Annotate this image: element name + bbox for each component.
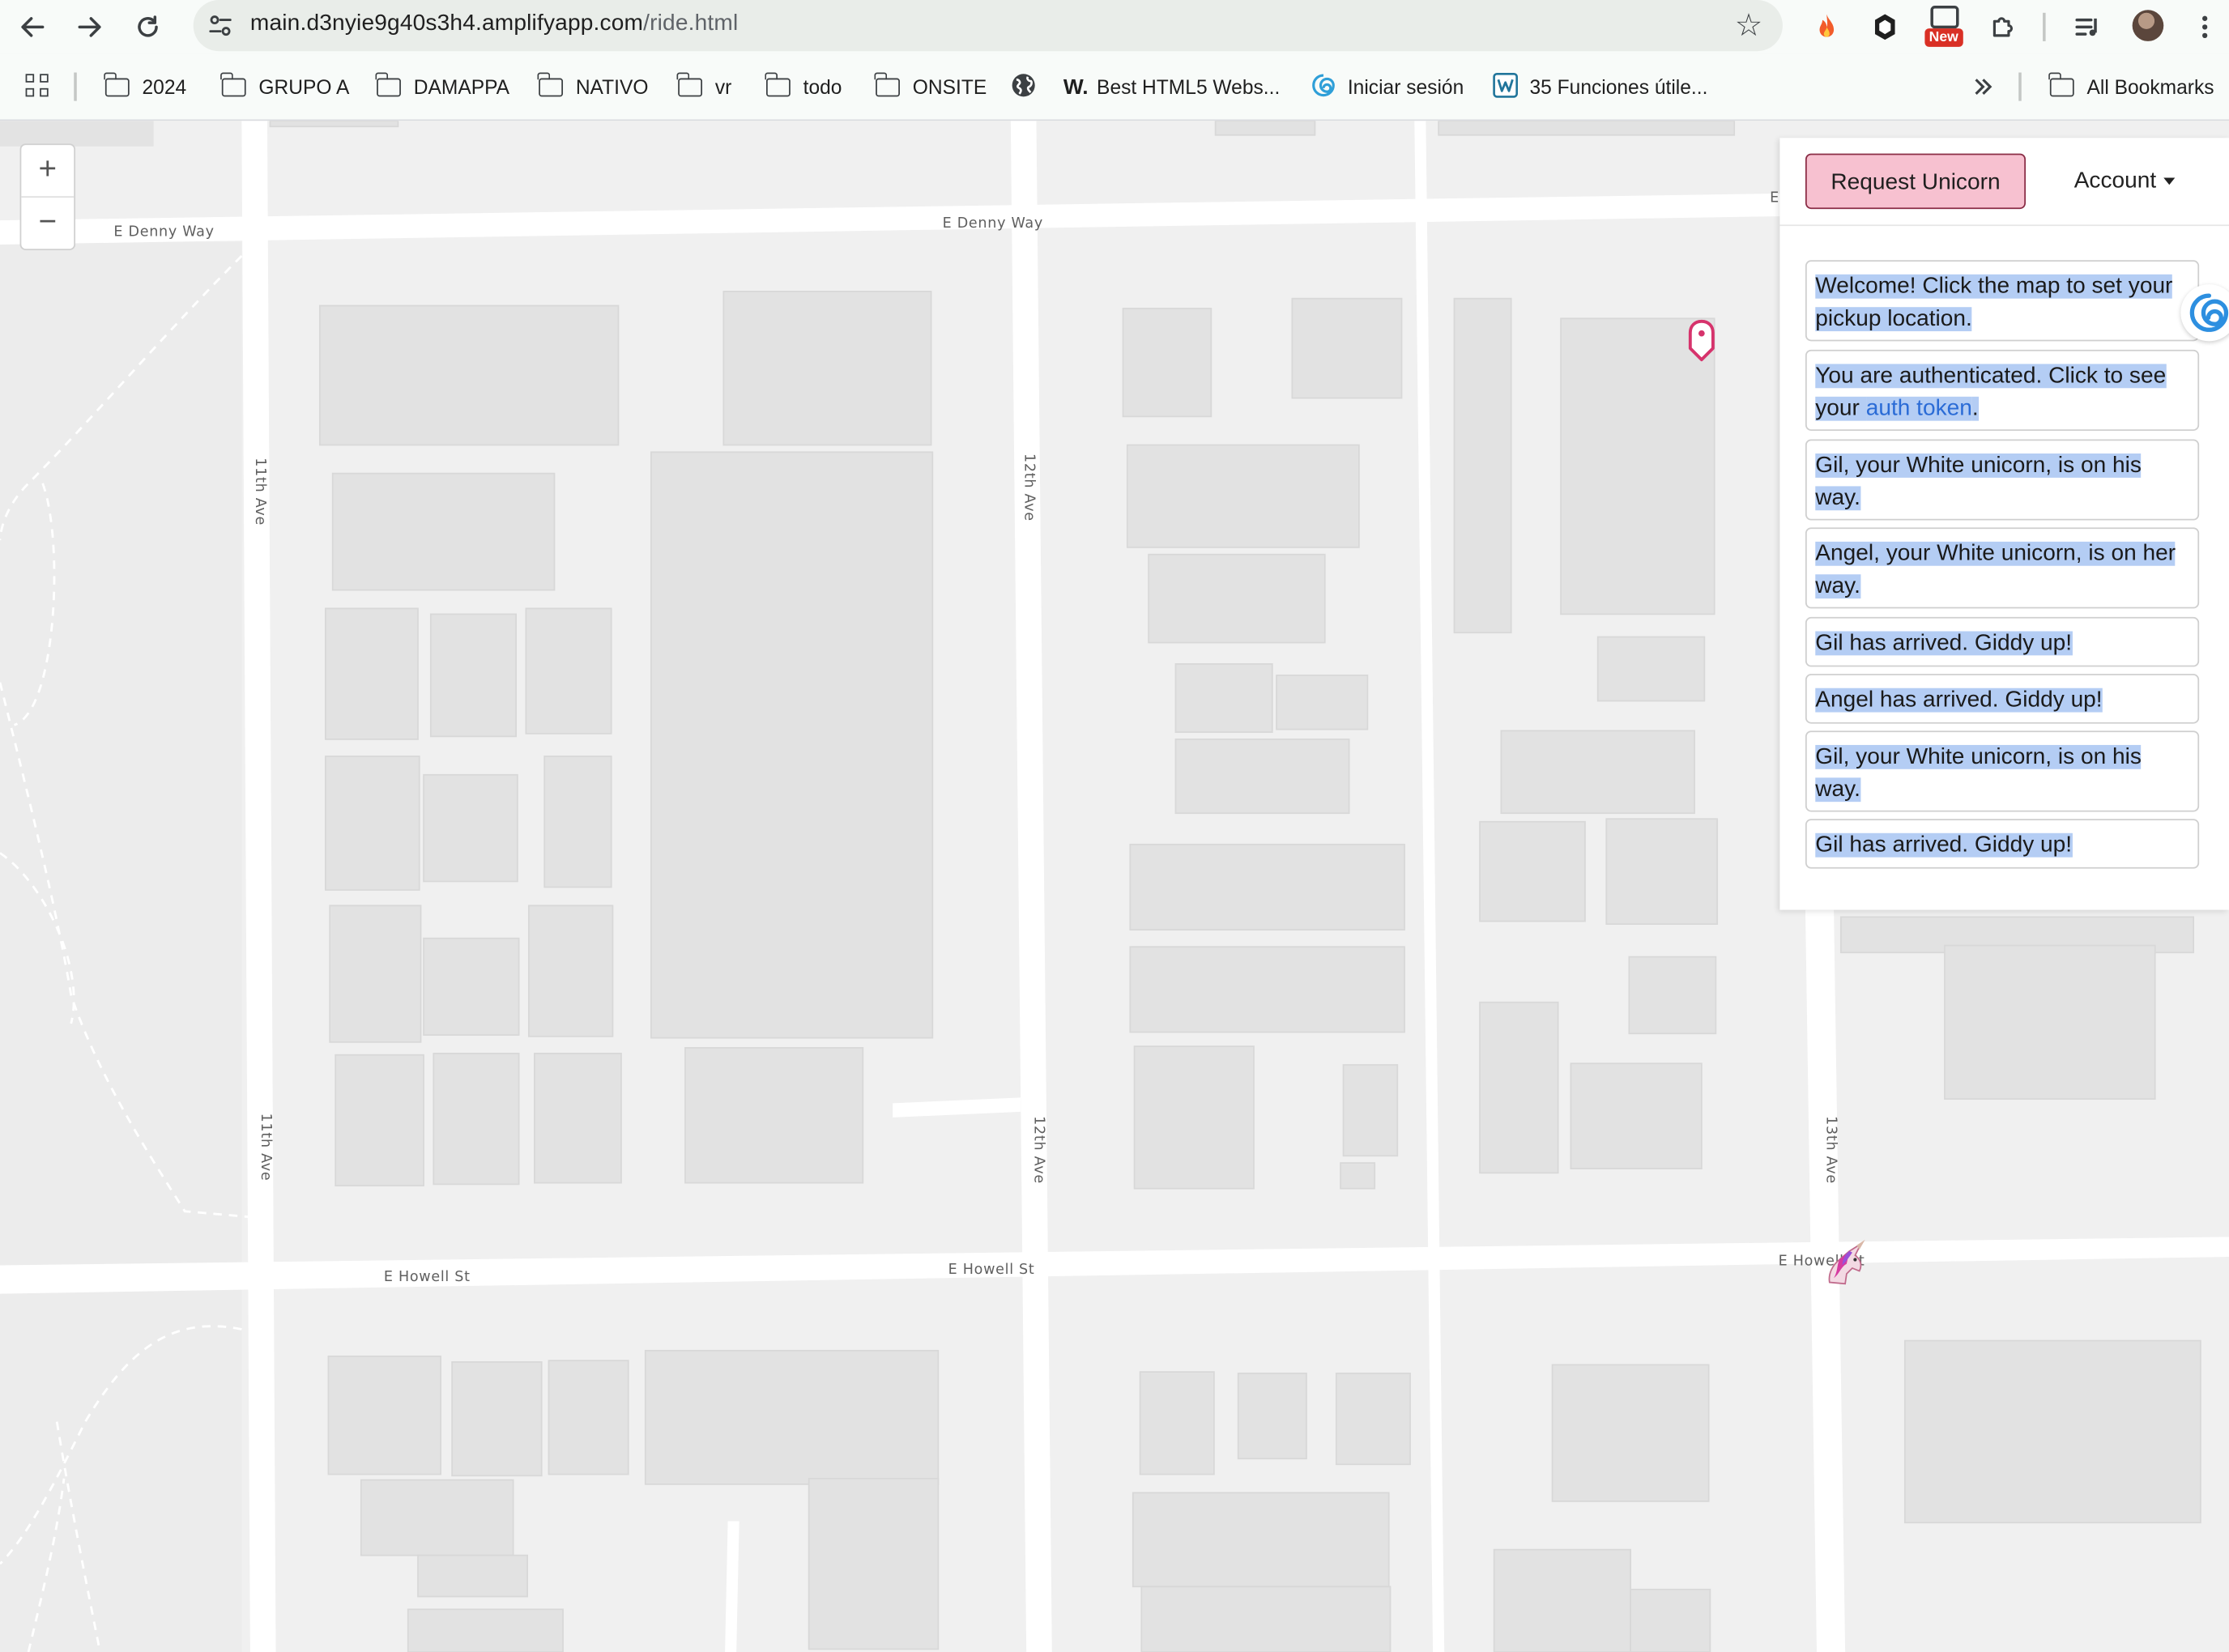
bookmark-label: Iniciar sesión — [1347, 75, 1464, 99]
bookmark-label: ONSITE — [912, 75, 987, 99]
bookmark-globe[interactable] — [1011, 73, 1037, 101]
all-bookmarks-label: All Bookmarks — [2086, 75, 2214, 99]
message-text: Gil has arrived. Giddy up! — [1815, 832, 2073, 858]
folder-icon — [220, 71, 246, 96]
street-label-12th-ave: 12th Ave — [1030, 1116, 1046, 1184]
folder-icon — [537, 71, 564, 96]
caret-down-icon — [2163, 177, 2175, 185]
message-text: Welcome! Click the map to set your picku… — [1815, 274, 2173, 332]
message-text: Angel has arrived. Giddy up! — [1815, 688, 2103, 713]
url-text[interactable]: main.d3nyie9g40s3h4.amplifyapp.com/ride.… — [250, 11, 738, 37]
request-unicorn-button[interactable]: Request Unicorn — [1805, 153, 2027, 210]
address-bar[interactable]: main.d3nyie9g40s3h4.amplifyapp.com/ride.… — [193, 0, 1783, 52]
bookmark-star-icon[interactable]: ☆ — [1735, 7, 1763, 45]
account-menu[interactable]: Account — [2074, 169, 2175, 195]
folder-icon — [2048, 71, 2074, 96]
bookmark-best-html5[interactable]: W. Best HTML5 Webs... — [1063, 73, 1280, 101]
bookmark-label: DAMAPPA — [413, 75, 510, 99]
bookmark-damappa[interactable]: DAMAPPA — [375, 71, 510, 101]
bookmark-todo[interactable]: todo — [765, 71, 842, 101]
street-label-11th-ave: 11th Ave — [257, 1113, 273, 1182]
bookmark-2024[interactable]: 2024 — [104, 71, 187, 101]
bookmark-onsite[interactable]: ONSITE — [874, 71, 987, 101]
bookmarks-divider — [2018, 72, 2022, 101]
bookmark-iniciar-sesion[interactable]: Iniciar sesión — [1311, 73, 1464, 101]
street-label-e-denny-way: E Denny Way — [113, 224, 215, 241]
folder-icon — [874, 71, 900, 96]
message-item: Gil, your White unicorn, is on his way. — [1805, 439, 2200, 521]
street-label-13th-ave: 13th Ave — [1822, 1116, 1839, 1184]
new-extension-icon[interactable]: New — [1924, 6, 1964, 49]
assistant-swirl-icon[interactable] — [2180, 284, 2229, 342]
bookmark-label: todo — [803, 75, 842, 99]
swirl-logo-icon — [1311, 72, 1336, 102]
folder-icon — [375, 71, 401, 96]
street-label-e-denny-way: E Denny Way — [942, 215, 1043, 232]
more-bookmarks-chevron-icon[interactable] — [1973, 73, 1993, 101]
message-item: Angel, your White unicorn, is on her way… — [1805, 527, 2200, 609]
panel-header: Request Unicorn Account — [1779, 138, 2229, 227]
message-text: Angel, your White unicorn, is on her way… — [1815, 541, 2176, 599]
puzzle-extensions-icon[interactable] — [1984, 9, 2022, 46]
message-text: Gil, your White unicorn, is on his way. — [1815, 744, 2142, 803]
profile-avatar[interactable] — [2132, 10, 2164, 41]
message-text: . — [1971, 396, 1979, 421]
w-logo-icon: W. — [1063, 75, 1089, 100]
site-settings-icon[interactable] — [207, 13, 233, 39]
back-arrow-icon[interactable] — [13, 7, 53, 47]
message-text: Gil has arrived. Giddy up! — [1815, 631, 2073, 656]
bookmark-label: 2024 — [142, 75, 187, 99]
apps-grid-icon[interactable] — [25, 74, 52, 100]
new-badge: New — [1924, 28, 1963, 47]
message-item: Angel has arrived. Giddy up! — [1805, 674, 2200, 724]
globe-icon — [1011, 72, 1037, 102]
account-label: Account — [2073, 168, 2157, 194]
map-zoom-control: + − — [19, 143, 76, 250]
bookmark-nativo[interactable]: NATIVO — [537, 71, 649, 101]
folder-icon — [676, 71, 703, 96]
message-item: Gil has arrived. Giddy up! — [1805, 819, 2200, 869]
cube-extension-icon[interactable] — [1866, 9, 1903, 46]
pickup-pin-icon[interactable] — [1686, 318, 1718, 364]
message-item: Welcome! Click the map to set your picku… — [1805, 260, 2200, 342]
street-label-e-howell-st: E Howell St — [948, 1262, 1035, 1279]
all-bookmarks[interactable]: All Bookmarks — [2048, 71, 2214, 101]
street-label-e-howell-st: E Howell St — [383, 1269, 471, 1286]
browser-toolbar: main.d3nyie9g40s3h4.amplifyapp.com/ride.… — [0, 0, 2229, 54]
toolbar-divider — [2043, 12, 2046, 41]
bookmark-35-funciones[interactable]: 35 Funciones útile... — [1493, 72, 1708, 102]
folder-icon — [104, 71, 130, 96]
bookmark-label: vr — [714, 75, 732, 99]
message-text: Gil, your White unicorn, is on his way. — [1815, 453, 2142, 511]
folder-icon — [765, 71, 791, 96]
reading-list-icon[interactable] — [2069, 9, 2107, 46]
zoom-in-button[interactable]: + — [21, 145, 74, 196]
bookmark-label: 35 Funciones útile... — [1529, 75, 1708, 99]
url-host: main.d3nyie9g40s3h4.amplifyapp.com — [249, 11, 644, 36]
ride-panel: Request Unicorn Account Welcome! Click t… — [1779, 138, 2229, 910]
street-label-e-denny-way-partial: E — [1770, 190, 1779, 206]
bookmark-label: GRUPO A — [258, 75, 350, 99]
street-label-11th-ave: 11th Ave — [251, 458, 267, 526]
auth-token-link[interactable]: auth token — [1866, 397, 1972, 421]
kebab-menu-icon[interactable] — [2186, 9, 2223, 46]
reload-icon[interactable] — [128, 7, 168, 47]
unicorn-marker-icon[interactable] — [1821, 1239, 1869, 1288]
bookmark-grupo-a[interactable]: GRUPO A — [220, 71, 350, 101]
street-label-12th-ave: 12th Ave — [1021, 453, 1037, 522]
bookmark-label: Best HTML5 Webs... — [1097, 75, 1281, 99]
bookmarks-divider — [74, 72, 77, 101]
bookmark-vr[interactable]: vr — [676, 71, 732, 101]
bookmarks-bar: 2024 GRUPO A DAMAPPA NATIVO vr todo ONSI… — [0, 53, 2229, 121]
message-item: Gil has arrived. Giddy up! — [1805, 616, 2200, 667]
fire-extension-icon[interactable] — [1808, 9, 1845, 46]
bookmark-label: NATIVO — [575, 75, 649, 99]
wordpress-icon — [1493, 72, 1519, 102]
message-item: You are authenticated. Click to see your… — [1805, 349, 2200, 431]
zoom-out-button[interactable]: − — [21, 198, 74, 249]
forward-arrow-icon[interactable] — [70, 7, 109, 47]
message-item: Gil, your White unicorn, is on his way. — [1805, 730, 2200, 812]
url-path: /ride.html — [643, 11, 739, 36]
